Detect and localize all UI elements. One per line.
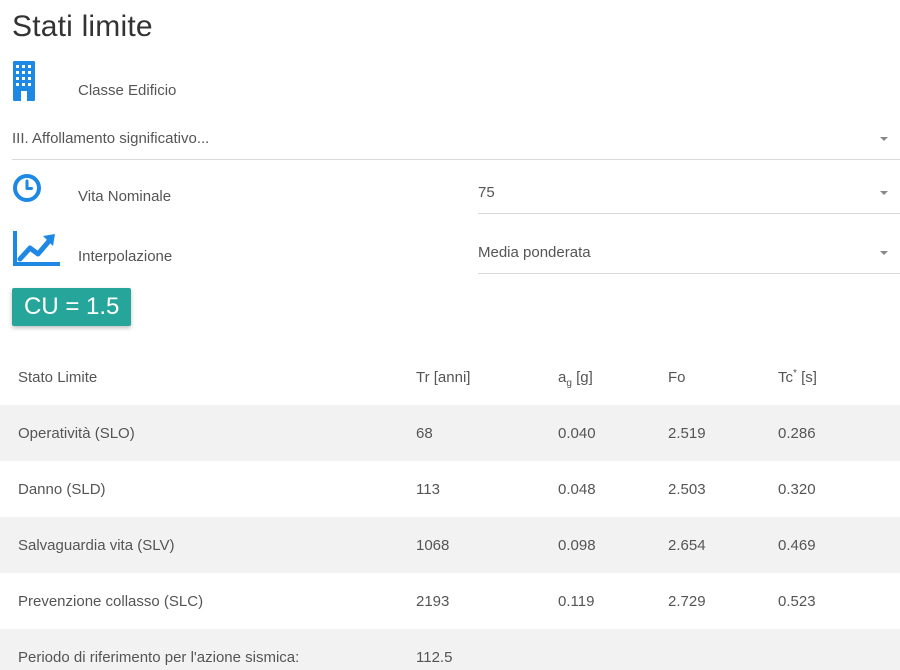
cell-fo: 2.519: [650, 405, 760, 461]
cell-tr: 113: [416, 480, 440, 498]
cell-tc: 0.523: [778, 592, 816, 610]
chevron-down-icon: [880, 190, 888, 195]
page-title: Stati limite: [12, 10, 153, 43]
header-ag: ag [g]: [558, 369, 593, 389]
cu-badge: CU = 1.5: [12, 288, 132, 326]
header-fo: Fo: [668, 369, 686, 386]
header-tr: Tr [anni]: [416, 369, 471, 386]
periodo-riferimento-label: Periodo di riferimento per l'azione sism…: [0, 629, 398, 670]
cell-fo: 2.654: [650, 517, 760, 573]
empty-cell: [760, 629, 900, 670]
clock-icon: [12, 173, 42, 203]
classe-edificio-value: III. Affollamento significativo...: [12, 130, 210, 147]
empty-cell: [540, 629, 650, 670]
vita-nominale-select[interactable]: 75: [478, 172, 900, 214]
cell-tr: 2193: [416, 592, 450, 610]
cell-fo: 2.503: [668, 480, 706, 498]
interpolazione-label: Interpolazione: [78, 248, 173, 265]
cell-tr: 68: [398, 405, 540, 461]
classe-edificio-select[interactable]: III. Affollamento significativo...: [12, 118, 900, 160]
table-row: Operatività (SLO) 68 0.040 2.519 0.286: [0, 405, 900, 461]
header-stato-limite: Stato Limite: [18, 369, 98, 386]
building-icon: [12, 60, 36, 102]
cell-ag: 0.119: [558, 592, 595, 610]
table-row: Danno (SLD) 113 0.048 2.503 0.320: [0, 461, 900, 517]
cell-tc: 0.320: [778, 480, 816, 498]
table-row: Prevenzione collasso (SLC) 2193 0.119 2.…: [0, 573, 900, 629]
cell-fo: 2.729: [668, 592, 706, 610]
chevron-down-icon: [880, 136, 888, 141]
cell-tr: 1068: [398, 517, 540, 573]
limit-states-table: Stato Limite Tr [anni] ag [g] Fo Tc* [s]…: [0, 350, 900, 670]
cell-ag: 0.048: [558, 480, 596, 498]
header-tc: Tc* [s]: [778, 368, 817, 387]
cell-stato: Operatività (SLO): [0, 405, 398, 461]
cell-stato: Salvaguardia vita (SLV): [0, 517, 398, 573]
cell-ag: 0.040: [540, 405, 650, 461]
cell-stato: Prevenzione collasso (SLC): [18, 592, 204, 610]
classe-edificio-label: Classe Edificio: [78, 82, 177, 99]
cell-tc: 0.469: [760, 517, 900, 573]
table-footer-row: Periodo di riferimento per l'azione sism…: [0, 629, 900, 670]
interpolazione-select[interactable]: Media ponderata: [478, 232, 900, 274]
empty-cell: [650, 629, 760, 670]
trend-chart-icon: [12, 229, 62, 267]
vita-nominale-value: 75: [478, 184, 495, 201]
table-header-row: Stato Limite Tr [anni] ag [g] Fo Tc* [s]: [0, 350, 900, 405]
cell-stato: Danno (SLD): [18, 480, 106, 498]
interpolazione-value: Media ponderata: [478, 244, 591, 261]
cell-ag: 0.098: [540, 517, 650, 573]
chevron-down-icon: [880, 250, 888, 255]
periodo-riferimento-value: 112.5: [398, 629, 540, 670]
vita-nominale-label: Vita Nominale: [78, 188, 172, 205]
cell-tc: 0.286: [760, 405, 900, 461]
table-row: Salvaguardia vita (SLV) 1068 0.098 2.654…: [0, 517, 900, 573]
